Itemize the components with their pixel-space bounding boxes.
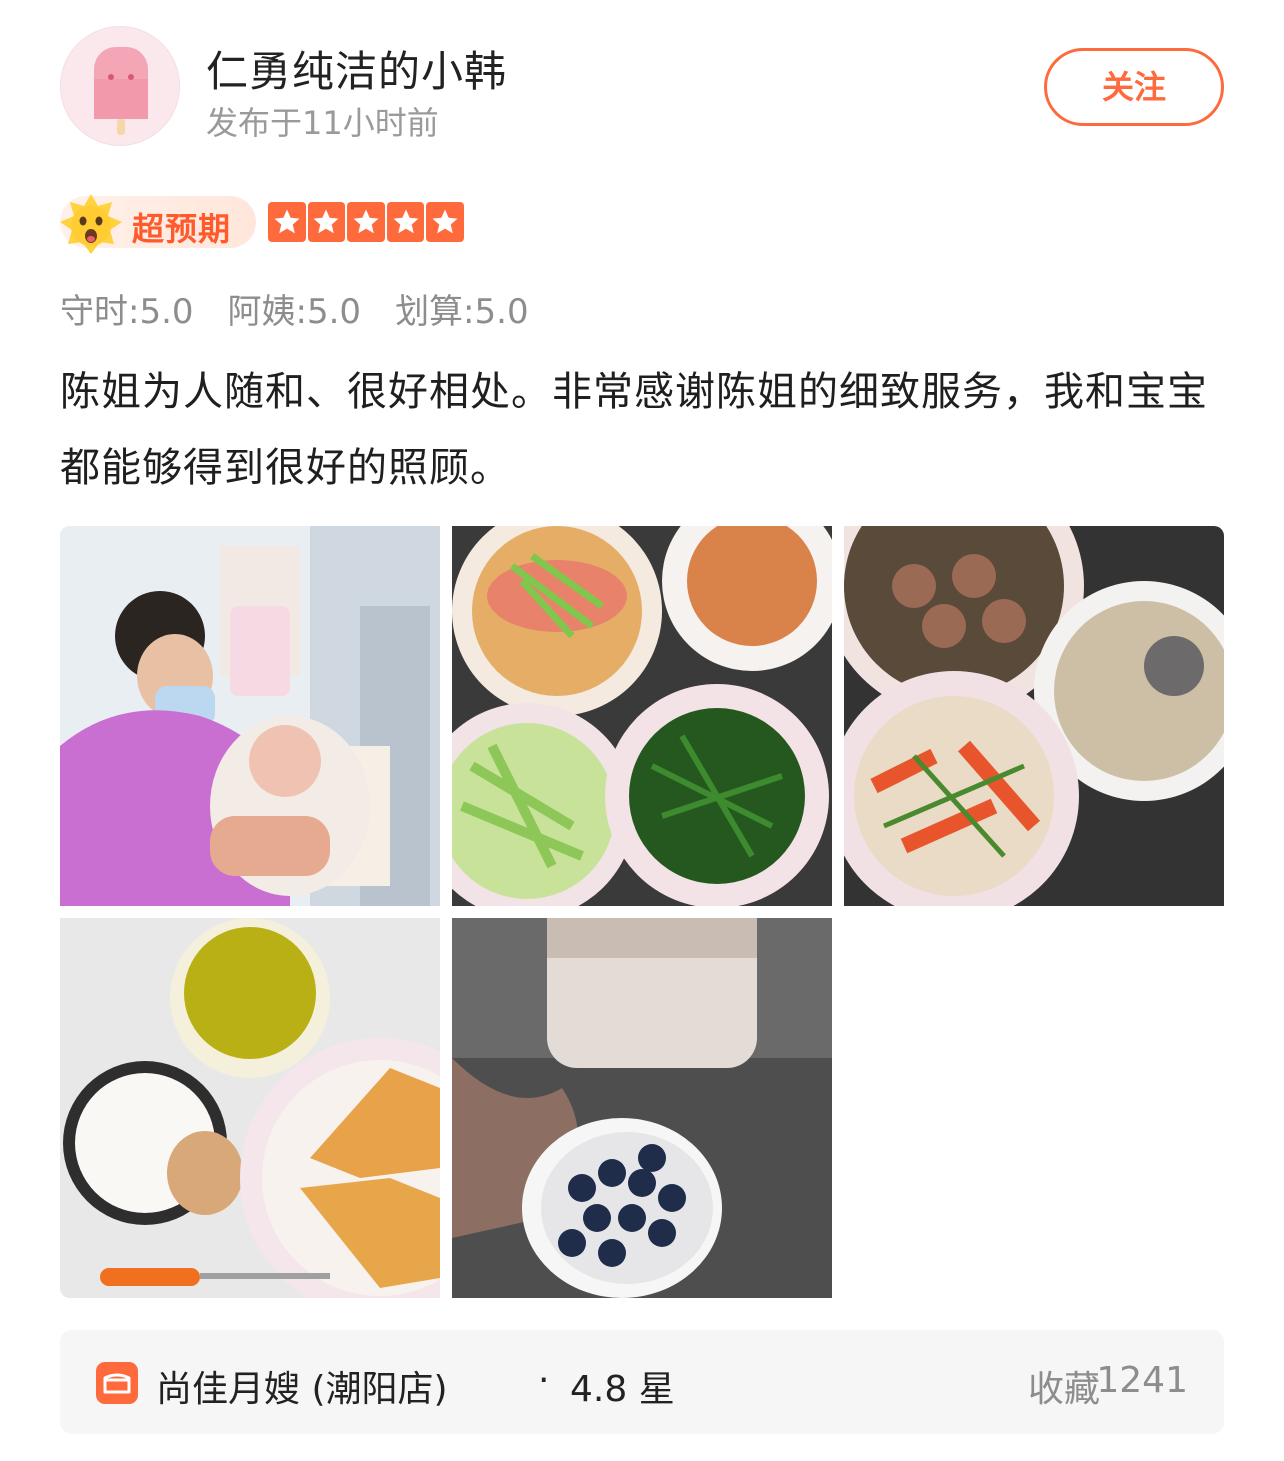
score-caregiver: 阿姨:5.0 bbox=[227, 292, 362, 332]
follow-button[interactable]: 关注 bbox=[1044, 48, 1224, 126]
score-punctuality: 守时:5.0 bbox=[60, 292, 194, 332]
pink-popsicle-avatar-icon bbox=[61, 27, 179, 145]
review-header: 仁勇纯洁的小韩 发布于11小时前 关注 bbox=[60, 26, 1224, 150]
review-text: 陈姐为人随和、很好相处。非常感谢陈姐的细致服务，我和宝宝都能够得到很好的照顾。 bbox=[60, 369, 1208, 491]
username[interactable]: 仁勇纯洁的小韩 bbox=[206, 38, 507, 99]
collect-count: 1241 bbox=[1096, 1360, 1188, 1401]
star-icon bbox=[386, 202, 425, 242]
star-icon bbox=[347, 202, 385, 242]
score-value: 划算:5.0 bbox=[395, 292, 529, 332]
collect-label: 收藏 bbox=[1027, 1369, 1100, 1410]
badge-label: 超预期 bbox=[132, 210, 232, 248]
shop-store-icon bbox=[96, 1362, 138, 1404]
star-icon bbox=[268, 202, 306, 242]
publish-time: 发布于11小时前 bbox=[206, 104, 439, 142]
shop-name[interactable]: 尚佳月嫂 (潮阳店) bbox=[156, 1360, 448, 1412]
photo-meatballs-soup[interactable] bbox=[844, 526, 1224, 906]
star-icon bbox=[426, 202, 464, 242]
separator-dot: · bbox=[538, 1360, 550, 1401]
exceed-expectation-badge: 超预期 bbox=[60, 194, 256, 254]
photo-fish-vegetables[interactable] bbox=[452, 526, 832, 906]
photo-caregiver-baby[interactable] bbox=[60, 526, 440, 906]
shop-rating: 4.8 星 bbox=[570, 1369, 675, 1410]
photo-breakfast[interactable] bbox=[60, 918, 440, 1298]
sub-scores: 守时:5.0 阿姨:5.0 划算:5.0 bbox=[60, 284, 529, 333]
star-rating bbox=[268, 202, 464, 242]
star-icon bbox=[307, 202, 346, 242]
user-avatar[interactable] bbox=[60, 26, 180, 146]
shop-info-bar[interactable]: 尚佳月嫂 (潮阳店) · 4.8 星 收藏 1241 bbox=[60, 1330, 1224, 1434]
surprised-face-emoji-icon bbox=[60, 194, 122, 254]
photo-milk-blueberries[interactable] bbox=[452, 918, 832, 1298]
